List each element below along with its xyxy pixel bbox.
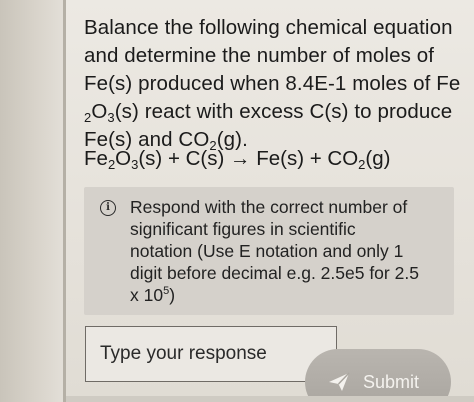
instruction-line-text: ): [169, 285, 176, 305]
bottom-divider: [66, 396, 474, 402]
question-line: Fe(s) produced when 8.4E-1 moles of Fe: [84, 72, 461, 95]
info-icon: i: [100, 200, 116, 216]
chemical-equation: Fe2O3(s) + C(s) → Fe(s) + CO2(g): [84, 145, 390, 173]
formula-part: Fe: [84, 147, 108, 170]
subscript: 3: [107, 110, 115, 125]
instruction-text: Respond with the correct number of signi…: [130, 196, 448, 306]
instruction-line: notation (Use E notation and only 1: [130, 241, 404, 261]
formula-part: (g): [365, 147, 391, 170]
instruction-line: significant figures in scientific: [130, 219, 356, 239]
formula-part: (s) + C(s) → Fe(s) + CO: [138, 147, 359, 170]
response-input[interactable]: [85, 326, 337, 382]
instruction-line: Respond with the correct number of: [130, 197, 408, 217]
question-line-text: (s) react with excess C(s) to produce: [114, 100, 453, 123]
question-line: and determine the number of moles of: [84, 44, 435, 67]
formula-part: O: [115, 147, 132, 170]
instruction-line: x 105): [130, 284, 448, 306]
submit-button[interactable]: Submit: [305, 349, 451, 402]
formula-part: O: [91, 100, 108, 123]
question-line: 2O3(s) react with excess C(s) to produce: [84, 98, 466, 126]
send-icon: [329, 372, 350, 391]
question-line: Balance the following chemical equation: [84, 16, 453, 39]
left-edge: [0, 0, 64, 402]
submit-label: Submit: [363, 372, 420, 392]
instruction-line-text: x 10: [130, 285, 164, 305]
question-text: Balance the following chemical equation …: [84, 14, 466, 154]
panel-divider: [63, 0, 66, 402]
instruction-line: digit before decimal e.g. 2.5e5 for 2.5: [130, 263, 419, 283]
